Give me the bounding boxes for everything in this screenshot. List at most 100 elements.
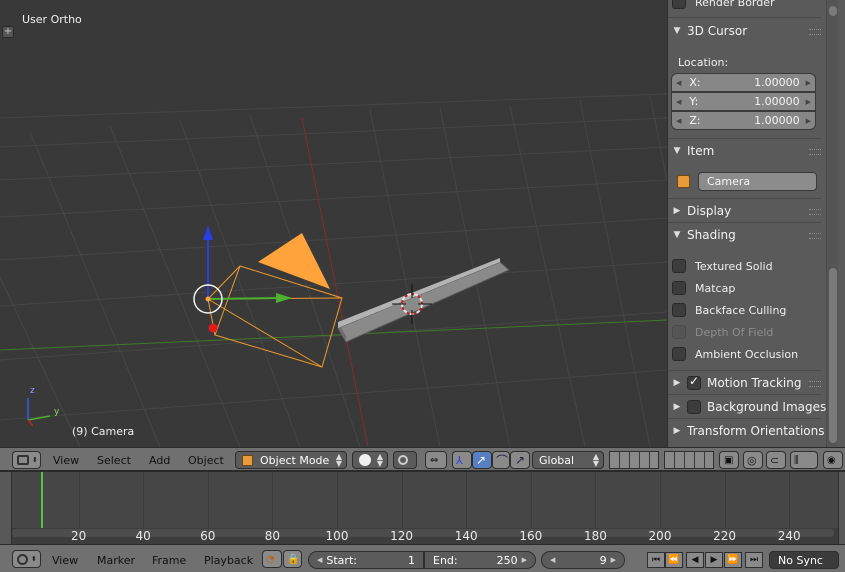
editor-type-button[interactable]: ⬍ [12, 451, 41, 469]
increment-arrow-icon[interactable]: ▶ [611, 556, 616, 564]
play-reverse-button[interactable]: ◀ [686, 552, 704, 568]
timeline-gridline [401, 472, 403, 528]
jump-start-button[interactable]: ⏮ [647, 552, 665, 568]
panel-background-images-header[interactable]: ▶ Background Images [670, 396, 830, 418]
render-border-checkbox[interactable] [672, 0, 686, 9]
object-mode-icon [242, 455, 253, 466]
timeline-tick-label: 40 [135, 529, 151, 543]
active-object-label: (9) Camera [72, 425, 135, 438]
toolshelf-toggle-button[interactable]: + [2, 26, 14, 38]
timeline-editor-type-button[interactable]: ⬍ [12, 550, 41, 568]
timeline-tick-label: 100 [325, 529, 349, 543]
motion-tracking-checkbox[interactable] [687, 374, 701, 390]
render-border-label: Render Border [695, 0, 775, 9]
panel-motion-tracking-header[interactable]: ▶ Motion Tracking [670, 372, 821, 394]
snap-element-dropdown[interactable]: ⫼ [790, 451, 818, 469]
jump-end-button[interactable]: ⏭ [745, 552, 763, 568]
cursor-z-field[interactable]: ◀ Z: 1.00000 ▶ [671, 111, 816, 130]
object-name-field[interactable]: Camera [698, 172, 817, 191]
start-frame-field[interactable]: ◀ Start: 1 [308, 551, 424, 569]
backface-culling-checkbox[interactable] [672, 303, 686, 317]
select-menu[interactable]: Select [97, 454, 131, 467]
scrollbar-top-handle[interactable] [829, 6, 837, 16]
increment-arrow-icon[interactable]: ▶ [522, 556, 527, 564]
textured-solid-row[interactable]: Textured Solid [672, 257, 773, 275]
panel-shading-header[interactable]: ▼ Shading [670, 224, 821, 246]
end-frame-field[interactable]: End: 250 ▶ [424, 551, 536, 569]
frame-menu[interactable]: Frame [152, 554, 186, 567]
move-tool-button[interactable]: ↗ [472, 451, 492, 469]
drag-grip-icon[interactable] [809, 209, 821, 215]
scale-tool-button[interactable]: ↗ [510, 451, 530, 469]
panel-3d-cursor-header[interactable]: ▼ 3D Cursor [670, 20, 821, 42]
mode-dropdown[interactable]: Object Mode ▲ ▼ [235, 451, 347, 469]
matcap-row[interactable]: Matcap [672, 279, 735, 297]
properties-scrollbar[interactable] [826, 0, 838, 447]
sync-mode-dropdown[interactable]: No Sync [769, 551, 839, 569]
render-border-row[interactable]: Render Border [672, 0, 775, 11]
panel-transform-orientations-header[interactable]: ▶ Transform Orientations [670, 420, 830, 442]
lock-layers-button[interactable]: ▣ [719, 451, 739, 469]
timeline-tick-label: 180 [583, 529, 607, 543]
properties-region[interactable]: Render Border ▼ 3D Cursor Location: ◀ X:… [667, 0, 845, 447]
playback-menu[interactable]: Playback [204, 554, 253, 567]
cursor-x-field[interactable]: ◀ X: 1.00000 ▶ [671, 73, 816, 92]
translate-manipulator-button[interactable]: ⅄ [452, 451, 472, 469]
drag-grip-icon[interactable] [809, 149, 821, 155]
view-name: User Ortho [22, 13, 82, 26]
3d-viewport[interactable]: + User Ortho (9) Camera z y [0, 0, 667, 447]
timeline-region[interactable]: 20 40 60 80 100 120 140 160 180 200 220 240 [0, 471, 845, 545]
decrement-arrow-icon[interactable]: ◀ [317, 556, 322, 564]
backface-culling-row[interactable]: Backface Culling [672, 301, 786, 319]
matcap-checkbox[interactable] [672, 281, 686, 295]
render-preview-button[interactable]: ◉ [823, 451, 843, 469]
jump-keyframe-back-button[interactable]: ⏪ [665, 552, 683, 568]
increment-arrow-icon[interactable]: ▶ [806, 117, 811, 125]
scrollbar-thumb[interactable] [829, 268, 837, 443]
axis-y-label: y [54, 407, 60, 417]
play-button[interactable]: ▶ [705, 552, 723, 568]
drag-grip-icon[interactable] [809, 381, 821, 387]
object-menu[interactable]: Object [188, 454, 224, 467]
jump-keyframe-forward-button[interactable]: ⏩ [724, 552, 742, 568]
layer-buttons-group-1[interactable] [609, 451, 659, 469]
drag-grip-icon[interactable] [809, 233, 821, 239]
add-menu[interactable]: Add [149, 454, 170, 467]
textured-solid-checkbox[interactable] [672, 259, 686, 273]
increment-arrow-icon[interactable]: ▶ [806, 98, 811, 106]
rotate-tool-button[interactable]: ⌒ [492, 451, 510, 469]
keyframe-back-icon: ⏪ [668, 555, 680, 565]
marker-menu[interactable]: Marker [97, 554, 135, 567]
clock-icon: ◔ [266, 553, 275, 565]
timeline-view-menu[interactable]: View [52, 554, 78, 567]
transform-orientation-dropdown[interactable]: Global ▲ ▼ [532, 451, 604, 469]
y-axis-line [0, 319, 667, 351]
pivot-point-dropdown[interactable] [393, 451, 417, 469]
timeline-grid[interactable] [12, 472, 838, 528]
current-frame-field[interactable]: ◀ 9 ▶ [541, 551, 625, 569]
panel-item-header[interactable]: ▼ Item [670, 140, 821, 162]
panel-display-header[interactable]: ▶ Display [670, 200, 821, 222]
layer-buttons-group-2[interactable] [664, 451, 714, 469]
magnet-icon: ⊂ [770, 453, 780, 467]
lock-icon: 🔒 [287, 553, 300, 565]
increment-arrow-icon[interactable]: ▶ [806, 79, 811, 87]
timeline-gridline [143, 472, 145, 528]
view-menu[interactable]: View [53, 454, 79, 467]
pivot-icon [398, 455, 408, 465]
ambient-occlusion-checkbox[interactable] [672, 347, 686, 361]
viewport-shading-dropdown[interactable]: ▲ ▼ [352, 451, 388, 469]
timeline-gridline [337, 472, 338, 528]
background-images-checkbox[interactable] [687, 400, 701, 414]
preview-range-button[interactable]: ◔ [262, 550, 282, 568]
drag-grip-icon[interactable] [809, 29, 821, 35]
snap-toggle-button[interactable]: ⊂ [766, 451, 786, 469]
collapsed-triangle-icon: ▶ [673, 426, 681, 436]
manipulator-toggle[interactable]: ⇔ [425, 451, 447, 469]
lock-range-button[interactable]: 🔒 [283, 550, 302, 568]
current-frame-indicator[interactable] [41, 472, 44, 528]
ambient-occlusion-row[interactable]: Ambient Occlusion [672, 345, 798, 363]
proportional-editing-button[interactable]: ◎ [743, 451, 763, 469]
cursor-y-field[interactable]: ◀ Y: 1.00000 ▶ [671, 92, 816, 111]
start-label: Start: [326, 553, 357, 567]
